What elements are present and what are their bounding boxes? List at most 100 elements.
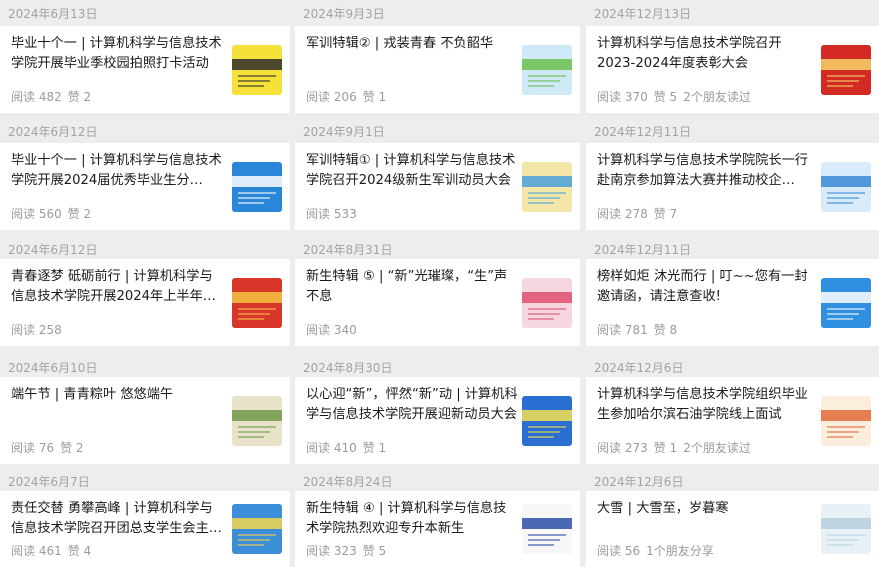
freshman-thumbnail[interactable]: [522, 278, 572, 328]
read-count: 阅读 273: [597, 441, 648, 455]
friend-activity: 2个朋友读过: [683, 441, 751, 455]
read-count: 阅读 323: [306, 544, 357, 558]
read-count: 阅读 258: [11, 323, 62, 337]
article-title: 军训特辑② | 戎装青春 不负韶华: [306, 36, 494, 51]
article-date: 2024年9月1日: [303, 125, 385, 139]
invitation-blue-thumbnail[interactable]: [821, 278, 871, 328]
red-banner-thumbnail[interactable]: [232, 278, 282, 328]
article-card[interactable]: 榜样如炬 沐光而行 | 叮~~您有一封邀请函，请注意查收! 阅读 781 赞 8: [586, 259, 879, 346]
article-meta: 阅读 278 赞 7: [597, 205, 683, 222]
article-title: 大雪 | 大雪至，岁暮寒: [597, 501, 729, 516]
article-date: 2024年6月12日: [8, 243, 98, 257]
read-count: 阅读 76: [11, 441, 55, 455]
friend-activity: 2个朋友读过: [683, 90, 751, 104]
article-title: 新生特辑 ⑤ | “新”光璀璨，“生”声不息: [306, 269, 508, 304]
freshman-blue-thumbnail[interactable]: [522, 396, 572, 446]
like-count: 赞 2: [67, 90, 92, 104]
article-title: 榜样如炬 沐光而行 | 叮~~您有一封邀请函，请注意查收!: [597, 269, 808, 304]
article-card[interactable]: 新生特辑 ④ | 计算机科学与信息技术学院热烈欢迎专升本新生阅读 323 赞 5: [295, 491, 580, 567]
article-meta: 阅读 206 赞 1: [306, 88, 392, 105]
article-title: 新生特辑 ④ | 计算机科学与信息技术学院热烈欢迎专升本新生: [306, 501, 507, 536]
like-count: 赞 5: [362, 544, 387, 558]
friend-activity: 1个朋友分享: [646, 544, 714, 558]
like-count: 赞 2: [60, 441, 84, 455]
like-count: 赞 1: [653, 441, 678, 455]
article-date: 2024年6月7日: [8, 475, 90, 489]
article-date: 2024年6月10日: [8, 361, 98, 375]
article-card[interactable]: 计算机科学与信息技术学院召开2023-2024年度表彰大会阅读 370 赞 5 2个…: [586, 26, 879, 113]
article-card[interactable]: 毕业十个一 | 计算机科学与信息技术学院开展2024届优秀毕业生分… 阅读 560…: [0, 143, 290, 230]
read-count: 阅读 410: [306, 441, 357, 455]
article-title: 军训特辑① | 计算机科学与信息技术学院召开2024级新生军训动员大会: [306, 153, 516, 188]
article-date: 2024年8月30日: [303, 361, 393, 375]
article-meta: 阅读 56 1个朋友分享: [597, 542, 720, 559]
article-date: 2024年8月31日: [303, 243, 393, 257]
article-title: 责任交替 勇攀高峰 | 计算机科学与信息技术学院召开团总支学生会主…: [11, 501, 222, 536]
like-count: 赞 4: [67, 544, 92, 558]
graduation-blue-thumbnail[interactable]: [232, 162, 282, 212]
article-date: 2024年9月3日: [303, 7, 385, 21]
article-card[interactable]: 责任交替 勇攀高峰 | 计算机科学与信息技术学院召开团总支学生会主… 阅读 461…: [0, 491, 290, 567]
article-title: 以心迎“新”，怦然“新”动 | 计算机科学与信息技术学院开展迎新动员大会: [306, 387, 518, 422]
contest-blue-thumbnail[interactable]: [821, 162, 871, 212]
article-meta: 阅读 76 赞 2: [11, 439, 90, 456]
award-red-thumbnail[interactable]: [821, 45, 871, 95]
like-count: 赞 1: [362, 90, 387, 104]
article-card[interactable]: 以心迎“新”，怦然“新”动 | 计算机科学与信息技术学院开展迎新动员大会阅读 4…: [295, 377, 580, 464]
graduation-banner-thumbnail[interactable]: [232, 45, 282, 95]
article-date: 2024年12月11日: [594, 125, 692, 139]
article-meta: 阅读 410 赞 1: [306, 439, 392, 456]
article-meta: 阅读 323 赞 5: [306, 542, 392, 559]
article-card[interactable]: 军训特辑① | 计算机科学与信息技术学院召开2024级新生军训动员大会阅读 53…: [295, 143, 580, 230]
article-meta: 阅读 482 赞 2: [11, 88, 97, 105]
article-date: 2024年12月6日: [594, 361, 684, 375]
like-count: 赞 2: [67, 207, 92, 221]
read-count: 阅读 206: [306, 90, 357, 104]
article-meta: 阅读 273 赞 1 2个朋友读过: [597, 439, 757, 456]
article-title: 毕业十个一 | 计算机科学与信息技术学院开展毕业季校园拍照打卡活动: [11, 36, 222, 71]
article-card[interactable]: 计算机科学与信息技术学院院长一行赴南京参加算法大赛并推动校企… 阅读 278 赞 7: [586, 143, 879, 230]
article-meta: 阅读 340: [306, 321, 363, 338]
read-count: 阅读 781: [597, 323, 648, 337]
blue-banner-thumbnail[interactable]: [232, 504, 282, 554]
interview-thumbnail[interactable]: [821, 396, 871, 446]
military-training-thumbnail[interactable]: [522, 45, 572, 95]
article-title: 毕业十个一 | 计算机科学与信息技术学院开展2024届优秀毕业生分…: [11, 153, 222, 188]
read-count: 阅读 370: [597, 90, 648, 104]
article-meta: 阅读 560 赞 2: [11, 205, 97, 222]
article-meta: 阅读 258: [11, 321, 68, 338]
article-date: 2024年12月13日: [594, 7, 692, 21]
read-count: 阅读 560: [11, 207, 62, 221]
article-card[interactable]: 军训特辑② | 戎装青春 不负韶华 阅读 206 赞 1: [295, 26, 580, 113]
read-count: 阅读 340: [306, 323, 357, 337]
like-count: 赞 8: [653, 323, 678, 337]
read-count: 阅读 461: [11, 544, 62, 558]
article-title: 计算机科学与信息技术学院组织毕业生参加哈尔滨石油学院线上面试: [597, 387, 808, 422]
article-meta: 阅读 370 赞 5 2个朋友读过: [597, 88, 757, 105]
article-card[interactable]: 计算机科学与信息技术学院组织毕业生参加哈尔滨石油学院线上面试阅读 273 赞 1 2…: [586, 377, 879, 464]
article-date: 2024年12月6日: [594, 475, 684, 489]
read-count: 阅读 533: [306, 207, 357, 221]
read-count: 阅读 482: [11, 90, 62, 104]
article-title: 计算机科学与信息技术学院院长一行赴南京参加算法大赛并推动校企…: [597, 153, 808, 188]
article-date: 2024年12月11日: [594, 243, 692, 257]
freshman-white-thumbnail[interactable]: [522, 504, 572, 554]
article-title: 计算机科学与信息技术学院召开2023-2024年度表彰大会: [597, 36, 782, 71]
like-count: 赞 7: [653, 207, 678, 221]
article-card[interactable]: 大雪 | 大雪至，岁暮寒 阅读 56 1个朋友分享: [586, 491, 879, 567]
article-card[interactable]: 青春逐梦 砥砺前行 | 计算机科学与信息技术学院开展2024年上半年… 阅读 25…: [0, 259, 290, 346]
read-count: 阅读 278: [597, 207, 648, 221]
like-count: 赞 1: [362, 441, 387, 455]
article-card[interactable]: 新生特辑 ⑤ | “新”光璀璨，“生”声不息阅读 340: [295, 259, 580, 346]
article-card[interactable]: 端午节 | 青青粽叶 悠悠端午 阅读 76 赞 2: [0, 377, 290, 464]
like-count: 赞 5: [653, 90, 678, 104]
article-meta: 阅读 533: [306, 205, 363, 222]
snow-thumbnail[interactable]: [821, 504, 871, 554]
article-meta: 阅读 461 赞 4: [11, 542, 97, 559]
article-date: 2024年8月24日: [303, 475, 393, 489]
article-card[interactable]: 毕业十个一 | 计算机科学与信息技术学院开展毕业季校园拍照打卡活动阅读 482 赞…: [0, 26, 290, 113]
article-date: 2024年6月13日: [8, 7, 98, 21]
dragon-boat-thumbnail[interactable]: [232, 396, 282, 446]
article-title: 青春逐梦 砥砺前行 | 计算机科学与信息技术学院开展2024年上半年…: [11, 269, 216, 304]
military-training-thumbnail[interactable]: [522, 162, 572, 212]
